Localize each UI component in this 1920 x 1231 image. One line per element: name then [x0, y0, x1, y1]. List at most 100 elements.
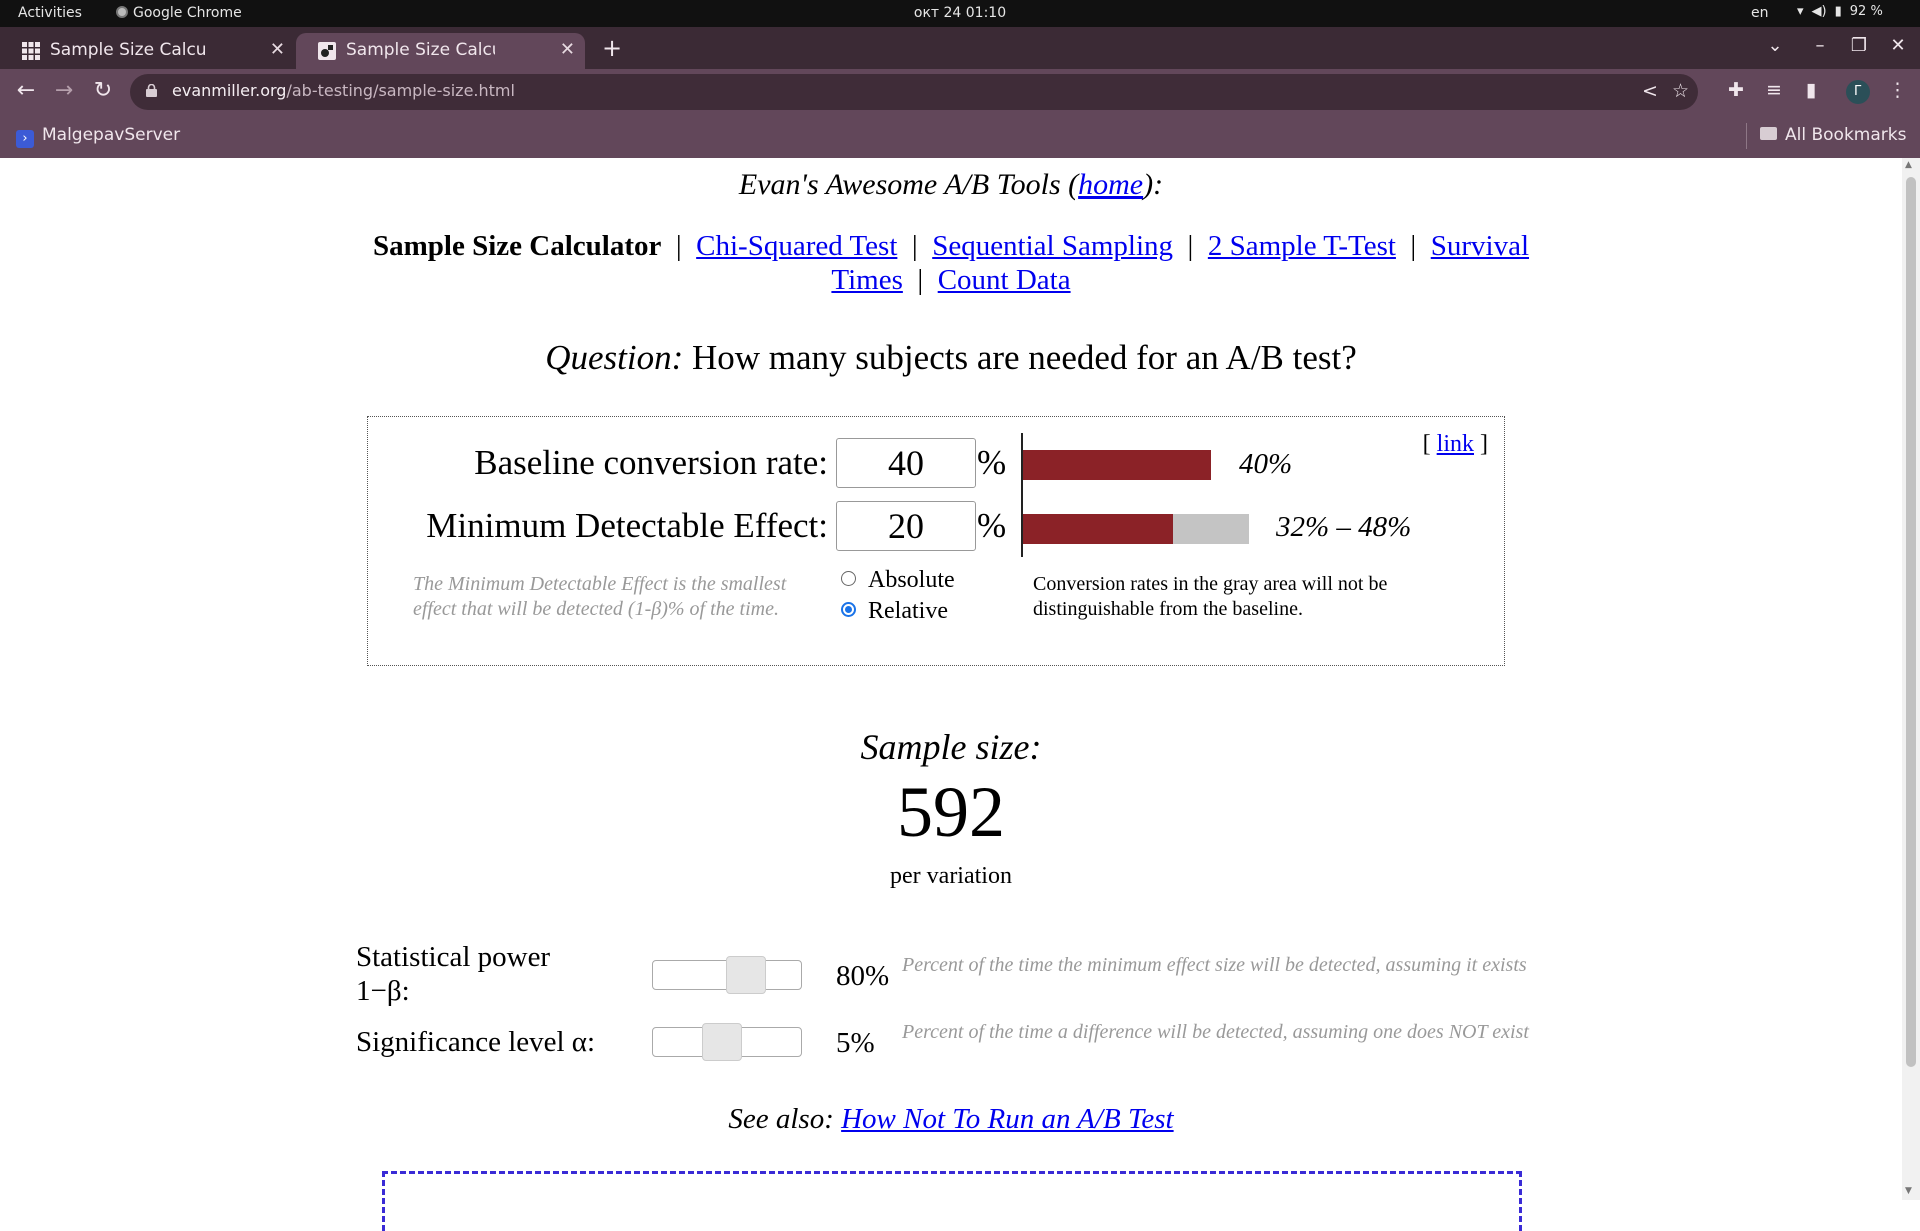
extensions-icon[interactable]: ✚	[1728, 79, 1744, 101]
significance-slider[interactable]	[652, 1023, 802, 1061]
question-label: Question:	[545, 338, 684, 377]
bracket-close: ]	[1474, 431, 1488, 457]
nav-chi-squared[interactable]: Chi-Squared Test	[696, 230, 897, 262]
significance-value: 5%	[836, 1027, 875, 1059]
evan-miller-icon	[318, 42, 336, 60]
nav-current-tool: Sample Size Calculator	[372, 230, 662, 262]
restore-icon[interactable]: ❐	[1846, 35, 1872, 56]
nav-separator: |	[911, 230, 918, 262]
significance-note: Percent of the time a difference will be…	[902, 1021, 1529, 1043]
tab-title: Sample Size Calculator (E	[346, 40, 495, 60]
battery-level: 92 %	[1849, 4, 1883, 19]
scrollbar-thumb[interactable]	[1906, 177, 1916, 1067]
url-path: /ab-testing/sample-size.html	[286, 81, 515, 100]
tab-sample-size-1[interactable]: Sample Size Calculator fo ✕	[0, 33, 295, 69]
tab-sample-size-2[interactable]: Sample Size Calculator (E ✕	[296, 33, 585, 69]
tools-nav-line2: Times | Count Data	[0, 264, 1902, 297]
calculator-box: [ link ] Baseline conversion rate: 40 % …	[367, 416, 1505, 666]
power-value: 80%	[836, 960, 890, 992]
forward-icon[interactable]: →	[50, 78, 78, 103]
lock-icon	[146, 84, 157, 97]
reload-icon[interactable]: ↻	[89, 78, 117, 103]
mde-input[interactable]: 20	[836, 501, 976, 551]
minimize-icon[interactable]: –	[1807, 35, 1833, 56]
bookmark-label: MalgepavServer	[42, 125, 181, 145]
nav-separator: |	[1187, 230, 1194, 262]
nav-separator: |	[675, 230, 682, 262]
power-slider[interactable]	[652, 956, 802, 994]
bookmark-star-icon[interactable]: ☆	[1672, 80, 1689, 102]
mde-range-label: 32% – 48%	[1276, 511, 1412, 543]
activities-button[interactable]: Activities	[18, 5, 82, 21]
bookmark-malgepavserver[interactable]: › MalgepavServer	[16, 125, 180, 148]
close-window-icon[interactable]: ✕	[1885, 35, 1911, 56]
folder-icon	[1760, 127, 1777, 140]
power-slider-handle[interactable]	[726, 956, 766, 994]
new-tab-button[interactable]: +	[600, 34, 624, 62]
nav-count-data[interactable]: Count Data	[938, 264, 1071, 296]
nav-separator: |	[1410, 230, 1417, 262]
see-also: See also: How Not To Run an A/B Test	[0, 1103, 1902, 1136]
sample-size-title: Sample size:	[860, 727, 1042, 767]
sample-size-value: 592	[897, 772, 1005, 852]
bookmarks-divider	[1746, 123, 1747, 149]
bookmarks-bar: › MalgepavServer All Bookmarks	[0, 115, 1920, 158]
power-label-line1: Statistical power	[356, 941, 551, 973]
menu-icon[interactable]: ⋮	[1888, 79, 1907, 101]
nav-t-test[interactable]: 2 Sample T-Test	[1208, 230, 1396, 262]
radio-relative[interactable]: Relative	[841, 598, 948, 625]
significance-label: Significance level α:	[356, 1026, 596, 1058]
significance-slider-handle[interactable]	[702, 1023, 742, 1061]
tools-header-text: Evan's Awesome A/B Tools (	[738, 168, 1079, 201]
radio-absolute[interactable]: Absolute	[841, 567, 955, 594]
tab-search-icon[interactable]: ⌄	[1762, 35, 1788, 56]
all-bookmarks-label: All Bookmarks	[1785, 125, 1907, 145]
share-icon[interactable]: <	[1642, 80, 1658, 102]
scroll-up-arrow-icon[interactable]: ▲	[1905, 160, 1912, 170]
power-note: Percent of the time the minimum effect s…	[902, 954, 1527, 976]
close-tab-icon[interactable]: ✕	[270, 33, 285, 67]
radio-relative-button[interactable]	[841, 602, 856, 617]
nav-survival-times[interactable]: Survival	[1431, 230, 1529, 262]
mde-note: The Minimum Detectable Effect is the sma…	[413, 573, 787, 620]
profile-avatar[interactable]: Г	[1846, 80, 1870, 104]
mde-low-bar	[1023, 514, 1173, 544]
baseline-input[interactable]: 40	[836, 438, 976, 488]
tools-header: Evan's Awesome A/B Tools (home):	[0, 168, 1902, 202]
gray-area-note: Conversion rates in the gray area will n…	[1033, 573, 1388, 620]
radio-absolute-button[interactable]	[841, 571, 856, 586]
question-heading: Question: How many subjects are needed f…	[0, 338, 1902, 378]
media-controls-icon[interactable]: ≡	[1766, 79, 1782, 101]
nav-sequential-sampling[interactable]: Sequential Sampling	[932, 230, 1173, 262]
all-bookmarks-button[interactable]: All Bookmarks	[1760, 125, 1906, 145]
tools-nav: Sample Size Calculator | Chi-Squared Tes…	[0, 230, 1902, 263]
system-status[interactable]: ▾ ◀) ▮ 92 %	[1797, 4, 1891, 19]
see-also-link[interactable]: How Not To Run an A/B Test	[841, 1103, 1174, 1135]
percent-sign: %	[977, 443, 1007, 482]
system-top-bar: Activities Google Chrome окт 24 01:10 en…	[0, 0, 1920, 27]
power-label-line2: 1−β:	[356, 975, 410, 1007]
language-indicator[interactable]: en	[1751, 5, 1769, 21]
side-panel-icon[interactable]: ▮	[1806, 79, 1816, 101]
permalink-link[interactable]: link	[1437, 431, 1474, 457]
address-bar[interactable]: evanmiller.org/ab-testing/sample-size.ht…	[130, 74, 1698, 110]
volume-icon: ◀)	[1811, 4, 1827, 19]
clock[interactable]: окт 24 01:10	[0, 5, 1920, 21]
close-tab-icon[interactable]: ✕	[560, 33, 575, 67]
see-also-label: See also:	[728, 1103, 842, 1135]
app-name: Google Chrome	[133, 5, 242, 21]
percent-sign: %	[977, 506, 1007, 545]
radio-relative-label: Relative	[868, 598, 948, 624]
home-link[interactable]: home	[1078, 168, 1143, 201]
radio-absolute-label: Absolute	[868, 567, 955, 593]
back-icon[interactable]: ←	[12, 78, 40, 103]
chrome-icon	[116, 6, 128, 18]
power-label: Statistical power 1−β:	[356, 940, 550, 1008]
page-content: Evan's Awesome A/B Tools (home): Sample …	[0, 158, 1902, 1231]
tools-header-suffix: ):	[1143, 168, 1164, 201]
bracket-open: [	[1422, 431, 1437, 457]
nav-separator: |	[917, 264, 924, 296]
app-menu[interactable]: Google Chrome	[116, 5, 242, 21]
nav-survival-times-cont[interactable]: Times	[831, 264, 902, 296]
scroll-down-arrow-icon[interactable]: ▼	[1905, 1186, 1912, 1196]
